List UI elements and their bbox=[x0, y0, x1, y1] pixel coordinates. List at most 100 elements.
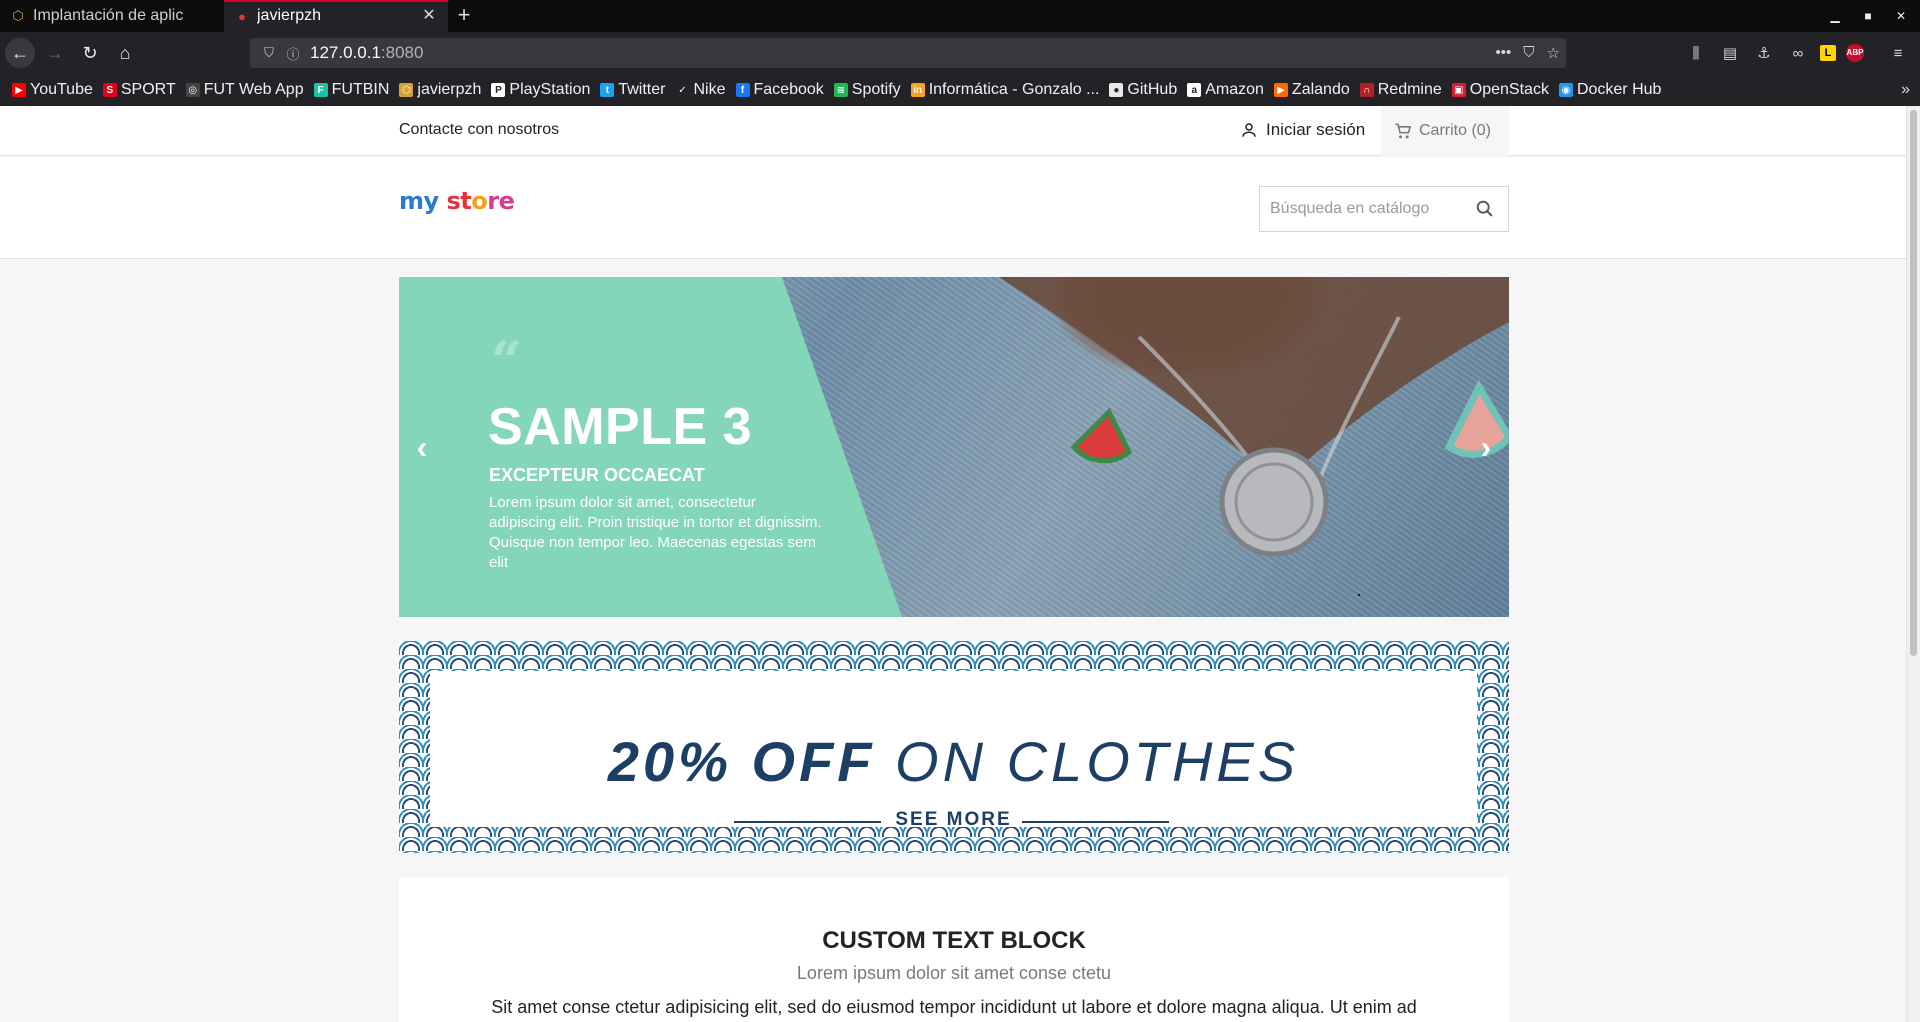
bookmark-item[interactable]: a Amazon bbox=[1187, 81, 1264, 99]
slide-subtitle: EXCEPTEUR OCCAECAT bbox=[489, 465, 705, 485]
page-actions-icon[interactable]: ••• bbox=[1496, 44, 1512, 62]
page-scrollbar[interactable] bbox=[1906, 106, 1920, 1022]
quote-icon: “ bbox=[491, 329, 523, 393]
menu-icon[interactable]: ≡ bbox=[1886, 45, 1910, 62]
bookmark-favicon-icon: f bbox=[735, 83, 750, 97]
cart-label: Carrito (0) bbox=[1419, 122, 1492, 139]
info-icon[interactable]: ⓘ bbox=[282, 44, 304, 63]
extension-l-icon[interactable]: L bbox=[1820, 45, 1836, 61]
tab-implantacion[interactable]: ⬡ Implantación de aplic bbox=[0, 0, 224, 32]
slider-next-button[interactable]: › bbox=[1471, 427, 1501, 467]
denim-collar-image bbox=[999, 277, 1509, 596]
bookmark-label: Amazon bbox=[1205, 81, 1264, 98]
bookmark-item[interactable]: t Twitter bbox=[600, 81, 665, 99]
bookmark-label: Zalando bbox=[1291, 81, 1350, 98]
bookmark-favicon-icon: F bbox=[313, 83, 328, 97]
bookmark-label: Twitter bbox=[618, 81, 666, 98]
close-icon[interactable]: ✕ bbox=[420, 7, 438, 25]
reload-button[interactable]: ↻ bbox=[75, 38, 105, 68]
bookmark-label: FUT Web App bbox=[203, 81, 304, 98]
store-logo[interactable]: my store bbox=[399, 187, 515, 215]
cart-icon bbox=[1395, 123, 1412, 139]
slider-prev-button[interactable]: ‹ bbox=[407, 427, 437, 467]
bookmark-label: Redmine bbox=[1377, 81, 1442, 98]
divider bbox=[1022, 821, 1169, 823]
store-header: my store bbox=[0, 157, 1906, 259]
chevron-right-icon[interactable]: » bbox=[1901, 74, 1910, 106]
sidebar-icon[interactable]: ▤ bbox=[1718, 44, 1742, 62]
bookmark-item[interactable]: ◉ Docker Hub bbox=[1558, 81, 1662, 99]
bookmark-item[interactable]: S SPORT bbox=[102, 81, 176, 99]
bookmark-item[interactable]: ▶ YouTube bbox=[12, 81, 93, 99]
adblock-icon[interactable]: ABP bbox=[1846, 44, 1864, 62]
bookmark-favicon-icon: ⬡ bbox=[399, 83, 414, 97]
bookmark-item[interactable]: in Informática - Gonzalo ... bbox=[910, 81, 1099, 99]
bookmark-label: Docker Hub bbox=[1576, 81, 1662, 98]
new-tab-button[interactable]: + bbox=[448, 0, 480, 32]
bookmark-favicon-icon: S bbox=[102, 83, 117, 97]
back-button[interactable]: ← bbox=[5, 38, 35, 68]
bookmark-favicon-icon: ◉ bbox=[1558, 83, 1573, 97]
bookmark-item[interactable]: ∩ Redmine bbox=[1359, 81, 1442, 99]
see-more-link[interactable]: SEE MORE bbox=[430, 809, 1477, 831]
bookmark-label: javierpzh bbox=[417, 81, 482, 98]
toolbar-icons: ⫼ ▤ ⚓ ∞ L ABP ≡ bbox=[1684, 32, 1920, 74]
home-button[interactable]: ⌂ bbox=[110, 38, 140, 68]
bookmark-favicon-icon: in bbox=[910, 83, 925, 97]
bookmark-item[interactable]: P PlayStation bbox=[491, 81, 590, 99]
url-host: 127.0.0.1 bbox=[310, 43, 381, 62]
bookmark-label: SPORT bbox=[120, 81, 176, 98]
url-bar[interactable]: ⛉ ⓘ 127.0.0.1:8080 ••• ⛉ ☆ bbox=[250, 38, 1566, 68]
slide-title: SAMPLE 3 bbox=[488, 398, 753, 456]
bookmark-item[interactable]: ≋ Spotify bbox=[833, 81, 901, 99]
bookmark-favicon-icon: ▶ bbox=[1273, 83, 1288, 97]
shield-icon[interactable]: ⛉ bbox=[258, 45, 280, 61]
bookmark-favicon-icon: ≋ bbox=[833, 83, 848, 97]
bookmark-item[interactable]: ▣ OpenStack bbox=[1451, 81, 1549, 99]
bookmark-item[interactable]: ◎ FUT Web App bbox=[185, 81, 304, 99]
bookmark-item[interactable]: ▶ Zalando bbox=[1273, 81, 1350, 99]
extension-anchor-icon[interactable]: ⚓ bbox=[1752, 44, 1776, 62]
custom-text-body: Sit amet conse ctetur adipisicing elit, … bbox=[491, 997, 1417, 1017]
bookmark-label: Facebook bbox=[753, 81, 824, 98]
bookmark-favicon-icon: t bbox=[600, 83, 615, 97]
promo-banner[interactable]: 20% OFF ON CLOTHES SEE MORE bbox=[399, 641, 1509, 853]
bookmark-favicon-icon: ● bbox=[1109, 83, 1124, 97]
search-icon[interactable] bbox=[1474, 198, 1496, 220]
signin-link[interactable]: Iniciar sesión bbox=[1240, 120, 1365, 140]
forward-button[interactable]: → bbox=[40, 38, 70, 68]
tab-strip: ⬡ Implantación de aplic ● javierpzh ✕ + … bbox=[0, 0, 1920, 32]
custom-text-block: CUSTOM TEXT BLOCK Lorem ipsum dolor sit … bbox=[399, 877, 1509, 1022]
web-page: Contacte con nosotros Iniciar sesión Car… bbox=[0, 106, 1906, 1022]
raspberry-icon: ● bbox=[238, 8, 246, 24]
contact-link[interactable]: Contacte con nosotros bbox=[399, 121, 559, 139]
bookmarks-toolbar: ▶ YouTube S SPORT ◎ FUT Web App F FUTBIN ⬡ javier… bbox=[0, 74, 1920, 106]
search-input[interactable] bbox=[1260, 189, 1470, 229]
bookmark-favicon-icon: ▣ bbox=[1451, 83, 1466, 97]
bookmark-item[interactable]: ● GitHub bbox=[1109, 81, 1177, 99]
bookmark-favicon-icon: a bbox=[1187, 83, 1202, 97]
image-slider: “ SAMPLE 3 EXCEPTEUR OCCAECAT Lorem ipsu… bbox=[399, 277, 1509, 617]
tab-label: javierpzh bbox=[257, 7, 322, 24]
bookmark-item[interactable]: ⬡ javierpzh bbox=[399, 81, 481, 99]
bookmark-item[interactable]: ✓ Nike bbox=[675, 81, 726, 99]
bookmark-label: OpenStack bbox=[1469, 81, 1549, 98]
scrollbar-thumb[interactable] bbox=[1910, 110, 1917, 656]
bookmark-favicon-icon: P bbox=[491, 83, 506, 97]
bookmark-item[interactable]: f Facebook bbox=[735, 81, 824, 99]
cart-button[interactable]: Carrito (0) bbox=[1381, 106, 1509, 156]
tab-javierpzh[interactable]: ● javierpzh ✕ bbox=[224, 0, 448, 32]
user-icon bbox=[1242, 123, 1256, 137]
pocket-icon[interactable]: ⛉ bbox=[1523, 44, 1534, 62]
custom-text-subtitle: Lorem ipsum dolor sit amet conse ctetu bbox=[796, 963, 1112, 983]
url-port: :8080 bbox=[380, 43, 424, 62]
bookmark-favicon-icon: ◎ bbox=[185, 83, 200, 97]
bookmark-item[interactable]: F FUTBIN bbox=[313, 81, 389, 99]
bookmark-favicon-icon: ▶ bbox=[12, 83, 26, 97]
bookmark-favicon-icon: ∩ bbox=[1359, 83, 1374, 97]
extension-glasses-icon[interactable]: ∞ bbox=[1786, 45, 1810, 62]
close-window-button[interactable]: ✕ bbox=[1882, 0, 1920, 32]
bookmark-star-icon[interactable]: ☆ bbox=[1547, 44, 1560, 62]
promo-banner-inner: 20% OFF ON CLOTHES SEE MORE bbox=[430, 671, 1477, 830]
library-icon[interactable]: ⫼ bbox=[1684, 45, 1708, 62]
